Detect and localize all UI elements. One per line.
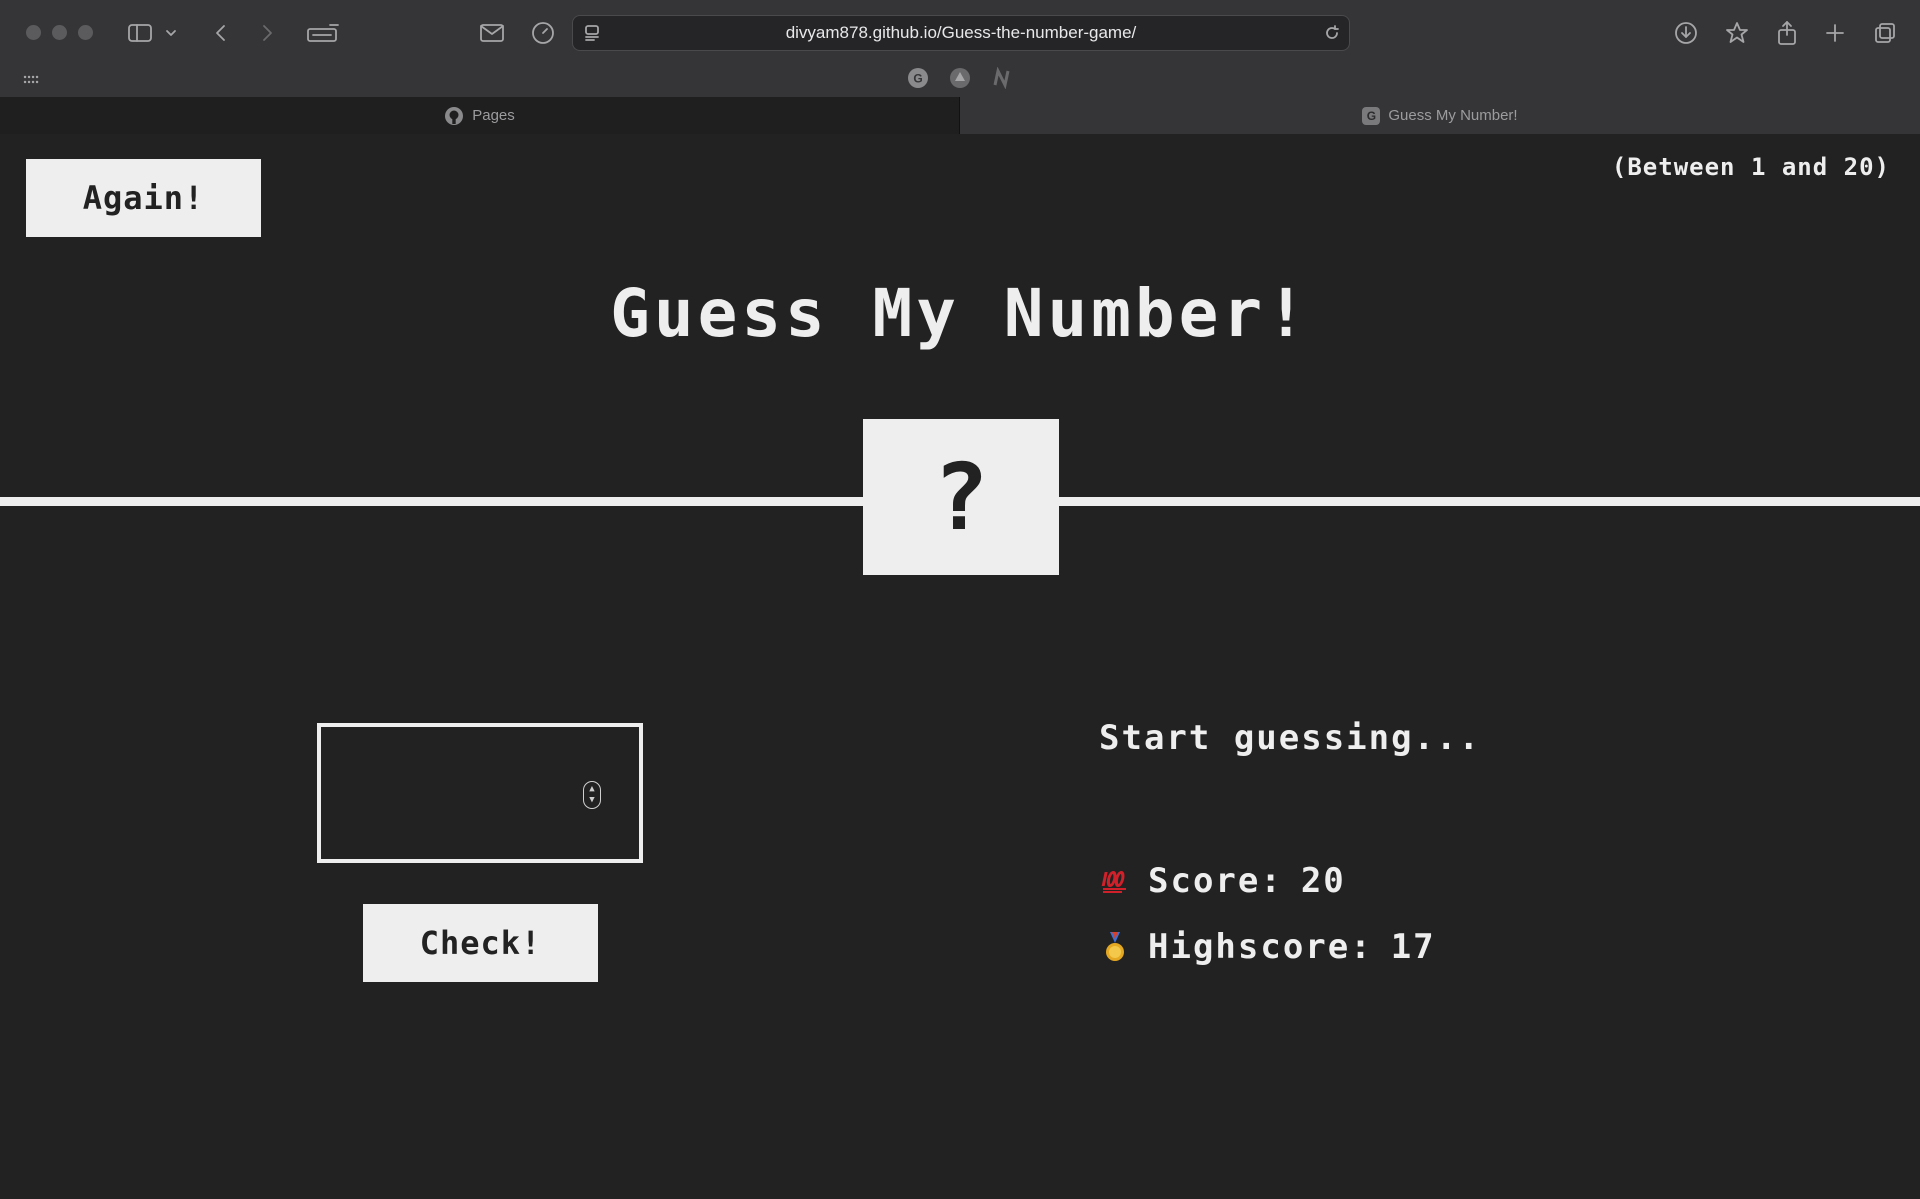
downloads-icon[interactable] bbox=[1671, 18, 1701, 48]
chevron-down-icon[interactable] bbox=[162, 18, 180, 48]
reader-keyboard-icon[interactable] bbox=[305, 18, 341, 48]
speedometer-icon[interactable] bbox=[528, 18, 558, 48]
number-stepper-icon[interactable]: ▲ ▼ bbox=[583, 781, 601, 809]
tab-label: Pages bbox=[472, 107, 515, 124]
status-message: Start guessing... bbox=[1099, 718, 1481, 758]
minimize-window-button[interactable] bbox=[52, 25, 67, 40]
reload-icon[interactable] bbox=[1317, 18, 1347, 48]
tab-label: Guess My Number! bbox=[1388, 107, 1518, 124]
sidebar-toggle-icon[interactable] bbox=[125, 18, 155, 48]
browser-toolbar: divyam878.github.io/Guess-the-number-gam… bbox=[0, 0, 1920, 64]
address-bar[interactable]: divyam878.github.io/Guess-the-number-gam… bbox=[572, 15, 1350, 51]
grammarly-extension-icon[interactable]: G bbox=[906, 66, 930, 90]
range-hint: (Between 1 and 20) bbox=[1611, 153, 1890, 181]
highscore-row: Highscore: 17 bbox=[1100, 927, 1436, 967]
secret-number-box: ? bbox=[863, 419, 1059, 575]
g-favicon-icon: G bbox=[1362, 106, 1381, 125]
forward-arrow-icon[interactable] bbox=[252, 18, 282, 48]
score-value: 20 bbox=[1300, 861, 1346, 901]
tab-overview-icon[interactable] bbox=[1870, 18, 1900, 48]
medal-icon bbox=[1100, 932, 1130, 962]
github-icon bbox=[445, 106, 464, 125]
back-arrow-icon[interactable] bbox=[206, 18, 236, 48]
again-button[interactable]: Again! bbox=[26, 159, 261, 237]
svg-text:G: G bbox=[913, 72, 922, 86]
highscore-value: 17 bbox=[1390, 927, 1436, 967]
highscore-label: Highscore: bbox=[1148, 927, 1373, 967]
close-window-button[interactable] bbox=[26, 25, 41, 40]
share-icon[interactable] bbox=[1772, 18, 1802, 48]
tab-guess-my-number[interactable]: G Guess My Number! bbox=[960, 97, 1920, 134]
page-title: Guess My Number! bbox=[610, 275, 1310, 352]
score-label: Score: bbox=[1148, 861, 1283, 901]
drive-extension-icon[interactable] bbox=[948, 66, 972, 90]
score-row: Score: 20 bbox=[1100, 861, 1346, 901]
grid-apps-icon[interactable] bbox=[16, 66, 46, 96]
mail-icon[interactable] bbox=[477, 18, 507, 48]
n-extension-icon[interactable] bbox=[990, 66, 1014, 90]
hundred-points-icon bbox=[1100, 866, 1130, 896]
zoom-window-button[interactable] bbox=[78, 25, 93, 40]
new-tab-icon[interactable] bbox=[1820, 18, 1850, 48]
game-page: Again! (Between 1 and 20) Guess My Numbe… bbox=[0, 135, 1920, 1199]
url-text[interactable]: divyam878.github.io/Guess-the-number-gam… bbox=[573, 16, 1349, 50]
bookmarks-bar: G bbox=[0, 64, 1920, 97]
check-button[interactable]: Check! bbox=[363, 904, 598, 982]
tab-pages[interactable]: Pages bbox=[0, 97, 959, 134]
bookmark-star-icon[interactable] bbox=[1722, 18, 1752, 48]
guess-input[interactable]: ▲ ▼ bbox=[317, 723, 643, 863]
